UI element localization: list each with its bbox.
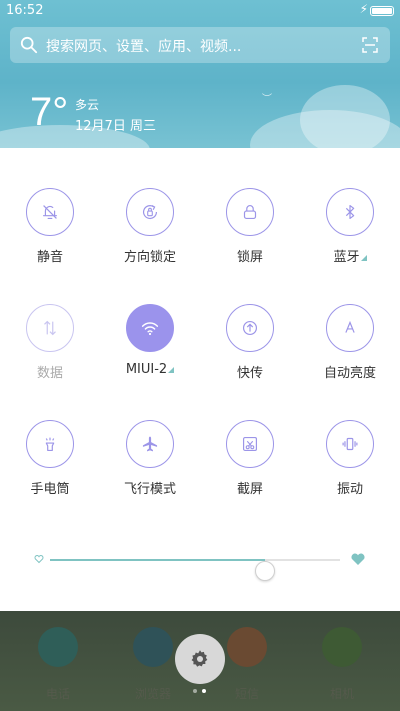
- toggle-quick-transfer[interactable]: 快传: [200, 304, 300, 404]
- search-placeholder[interactable]: 搜索网页、设置、应用、视频...: [46, 36, 241, 56]
- toggle-wifi[interactable]: MIUI-2: [100, 304, 200, 404]
- app-label: 相机: [329, 687, 354, 701]
- app-camera[interactable]: 相机: [302, 627, 382, 707]
- brightness-knob[interactable]: [254, 561, 275, 581]
- weather-condition: 多云: [75, 98, 100, 112]
- toggle-label: 方向锁定: [123, 250, 176, 265]
- gear-icon: [191, 650, 208, 667]
- app-label: 短信: [234, 687, 259, 701]
- toggle-silent[interactable]: 静音: [0, 188, 100, 288]
- browser-icon: [133, 627, 173, 667]
- battery-icon: [370, 6, 394, 16]
- wifi-icon: [126, 304, 174, 352]
- temperature[interactable]: 7°: [30, 88, 68, 136]
- toggle-rotation-lock[interactable]: 方向锁定: [100, 188, 200, 288]
- bluetooth-icon: [326, 188, 374, 236]
- phone-icon: [38, 627, 78, 667]
- toggle-label: 快传: [236, 366, 263, 381]
- vibrate-icon: [326, 420, 374, 468]
- toggle-lock-screen[interactable]: 锁屏: [200, 188, 300, 288]
- toggle-flashlight[interactable]: 手电筒: [0, 420, 100, 520]
- page-dot: [193, 689, 197, 693]
- brightness-track[interactable]: [50, 559, 340, 581]
- heart-high-icon: [351, 553, 365, 565]
- status-bar: 16:52 ⚡: [0, 0, 400, 22]
- toggle-auto-brightness[interactable]: 自动亮度: [300, 304, 400, 404]
- toggle-airplane-mode[interactable]: 飞行模式: [100, 420, 200, 520]
- toggle-bluetooth[interactable]: 蓝牙: [300, 188, 400, 288]
- cloud-decoration: [300, 85, 390, 150]
- app-phone[interactable]: 电话: [18, 627, 98, 707]
- page-dot-active: [202, 689, 206, 693]
- toggle-label: 自动亮度: [323, 366, 376, 381]
- toggle-vibrate[interactable]: 振动: [300, 420, 400, 520]
- app-label: 电话: [45, 687, 70, 701]
- settings-button[interactable]: [175, 634, 225, 684]
- screenshot-icon: [226, 420, 274, 468]
- rotation-lock-icon: [126, 188, 174, 236]
- mobile-data-icon: [26, 304, 74, 352]
- search-icon: [20, 36, 38, 54]
- scan-icon[interactable]: [362, 37, 378, 53]
- charging-icon: ⚡: [359, 2, 368, 16]
- messages-icon: [227, 627, 267, 667]
- toggle-screenshot[interactable]: 截屏: [200, 420, 300, 520]
- search-bar[interactable]: 搜索网页、设置、应用、视频...: [10, 27, 390, 63]
- lock-icon: [226, 188, 274, 236]
- toggle-label: 截屏: [236, 482, 263, 497]
- brightness-slider[interactable]: [30, 548, 370, 581]
- heart-low-icon: [34, 555, 44, 564]
- bird-decoration: ︶: [262, 94, 272, 105]
- toggle-label: 静音: [36, 250, 63, 265]
- camera-icon: [322, 627, 362, 667]
- toggle-label: 振动: [336, 482, 363, 497]
- weather-date: 12月7日 周三: [75, 119, 156, 134]
- toggle-label: 锁屏: [236, 250, 263, 265]
- page-indicator: [193, 689, 209, 695]
- quick-transfer-icon: [226, 304, 274, 352]
- toggle-label: MIUI-2: [100, 362, 200, 377]
- dropdown-indicator-icon: [360, 255, 367, 261]
- quick-settings-panel: 静音 方向锁定 锁屏 蓝牙 数据 MIUI-2 快传 自动亮度 手电筒 飞行模式…: [0, 148, 400, 611]
- app-label: 浏览器: [134, 687, 171, 701]
- bell-off-icon: [26, 188, 74, 236]
- toggle-label: 数据: [36, 366, 63, 381]
- flashlight-icon: [26, 420, 74, 468]
- auto-brightness-icon: [326, 304, 374, 352]
- toggle-label: 蓝牙: [300, 246, 400, 265]
- toggle-label: 手电筒: [30, 482, 70, 497]
- airplane-icon: [126, 420, 174, 468]
- toggle-mobile-data[interactable]: 数据: [0, 304, 100, 404]
- toggle-label: 飞行模式: [123, 482, 176, 497]
- weather-header: 16:52 ⚡ 搜索网页、设置、应用、视频... 7° 多云 12月7日 周三 …: [0, 0, 400, 150]
- brightness-fill: [50, 559, 265, 561]
- status-time: 16:52: [6, 3, 44, 18]
- dropdown-indicator-icon: [168, 367, 175, 373]
